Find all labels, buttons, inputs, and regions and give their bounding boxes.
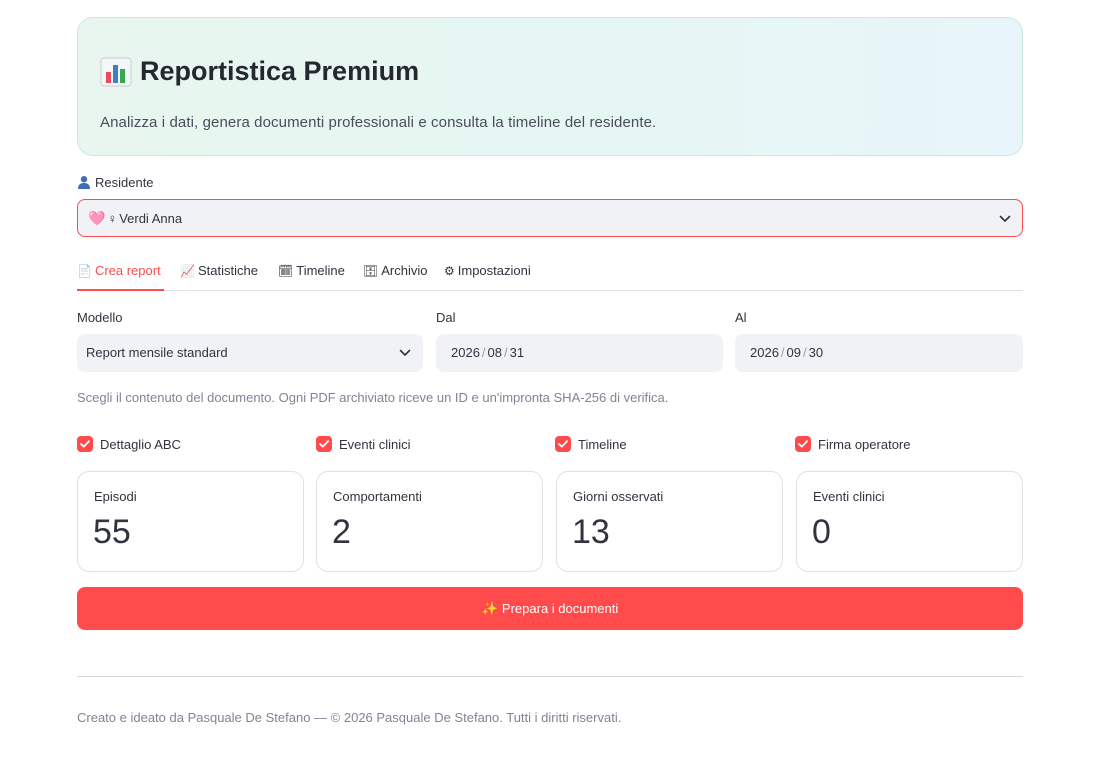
help-text: Scegli il contenuto del documento. Ogni …: [77, 390, 669, 405]
metric-card-eventi-clinici: Eventi clinici 0: [796, 471, 1023, 572]
checkbox-eventi-clinici[interactable]: Eventi clinici: [316, 436, 411, 452]
tab-label: Crea report: [94, 263, 161, 278]
checkmark-icon[interactable]: [77, 436, 93, 452]
metric-label: Episodi: [94, 489, 137, 504]
to-date-value: 2026/09/30: [750, 345, 823, 360]
to-date-input[interactable]: 2026/09/30: [735, 334, 1023, 372]
tab-label: Statistiche: [197, 263, 258, 278]
page-subtitle: Analizza i dati, genera documenti profes…: [100, 114, 657, 131]
tab-archivio[interactable]: 🗄 Archivio: [363, 263, 427, 278]
checkbox-label: Timeline: [578, 436, 627, 452]
metric-card-episodi: Episodi 55: [77, 471, 304, 572]
from-date-value: 2026/08/31: [451, 345, 524, 360]
metric-label: Giorni osservati: [573, 489, 664, 504]
sparkles-icon: ✨: [481, 600, 498, 616]
metric-value: 2: [332, 513, 351, 551]
date-month: 09: [786, 345, 802, 360]
date-separator: /: [803, 345, 807, 360]
resident-name: Verdi Anna: [119, 211, 183, 226]
date-day: 31: [509, 345, 525, 360]
metric-card-comportamenti: Comportamenti 2: [316, 471, 543, 572]
active-tab-indicator: [77, 289, 164, 291]
metric-value: 55: [93, 513, 131, 551]
date-separator: /: [780, 345, 785, 360]
page-facing-up-icon: 📄: [77, 263, 92, 278]
pink-heart-icon: 🩷: [88, 210, 106, 226]
from-date-label: Dal: [436, 310, 456, 325]
metric-value: 13: [572, 513, 610, 551]
tab-label: Impostazioni: [457, 263, 531, 278]
chevron-down-icon[interactable]: [399, 349, 411, 357]
footer-text: Creato e ideato da Pasquale De Stefano —…: [77, 710, 622, 725]
divider: [77, 676, 1023, 677]
metric-label: Comportamenti: [333, 489, 422, 504]
page-title: Reportistica Premium: [100, 56, 419, 87]
tab-impostazioni[interactable]: ⚙ Impostazioni: [444, 263, 531, 278]
prepare-documents-button[interactable]: ✨ Prepara i documenti: [77, 587, 1023, 630]
model-select[interactable]: Report mensile standard: [77, 334, 423, 372]
page-title-text: Reportistica Premium: [140, 56, 420, 86]
date-day: 30: [808, 345, 824, 360]
model-label: Modello: [77, 310, 123, 325]
person-icon: [77, 175, 91, 189]
date-year: 2026: [750, 345, 779, 360]
resident-label: Residente: [77, 175, 154, 190]
from-date-input[interactable]: 2026/08/31: [436, 334, 723, 372]
checkbox-label: Firma operatore: [818, 436, 911, 452]
calendar-icon: 🗓: [278, 263, 294, 278]
to-date-label: Al: [735, 310, 747, 325]
date-separator: /: [481, 345, 486, 360]
metric-card-giorni-osservati: Giorni osservati 13: [556, 471, 783, 572]
tab-bar: 📄 Crea report 📈 Statistiche 🗓 Timeline 🗄…: [77, 259, 1023, 291]
date-separator: /: [504, 345, 508, 360]
checkbox-label: Eventi clinici: [339, 436, 411, 452]
date-year: 2026: [451, 345, 480, 360]
resident-select[interactable]: 🩷 ♀ Verdi Anna: [77, 199, 1023, 237]
gear-icon: ⚙: [444, 263, 455, 278]
checkmark-icon[interactable]: [795, 436, 811, 452]
chevron-down-icon[interactable]: [999, 215, 1011, 223]
metric-label: Eventi clinici: [813, 489, 885, 504]
checkbox-label: Dettaglio ABC: [100, 436, 181, 452]
file-cabinet-icon: 🗄: [363, 263, 379, 278]
checkbox-firma-operatore[interactable]: Firma operatore: [795, 436, 910, 452]
date-month: 08: [487, 345, 503, 360]
resident-label-text: Residente: [95, 175, 154, 190]
metric-value: 0: [812, 513, 831, 551]
model-selected-value: Report mensile standard: [86, 345, 228, 360]
chart-increasing-icon: 📈: [180, 263, 195, 278]
resident-selected-value: 🩷 ♀ Verdi Anna: [88, 210, 182, 227]
button-label: Prepara i documenti: [501, 601, 619, 616]
checkmark-icon[interactable]: [555, 436, 571, 452]
checkbox-dettaglio-abc[interactable]: Dettaglio ABC: [77, 436, 181, 452]
checkmark-icon[interactable]: [316, 436, 332, 452]
female-sign-icon: ♀: [107, 211, 118, 226]
tab-crea-report[interactable]: 📄 Crea report: [77, 263, 161, 278]
checkbox-timeline[interactable]: Timeline: [555, 436, 627, 452]
tab-label: Archivio: [381, 263, 428, 278]
tab-statistiche[interactable]: 📈 Statistiche: [180, 263, 258, 278]
tab-timeline[interactable]: 🗓 Timeline: [278, 263, 345, 278]
tab-label: Timeline: [296, 263, 345, 278]
bar-chart-icon: [100, 57, 132, 87]
header-card: Reportistica Premium Analizza i dati, ge…: [77, 17, 1023, 156]
